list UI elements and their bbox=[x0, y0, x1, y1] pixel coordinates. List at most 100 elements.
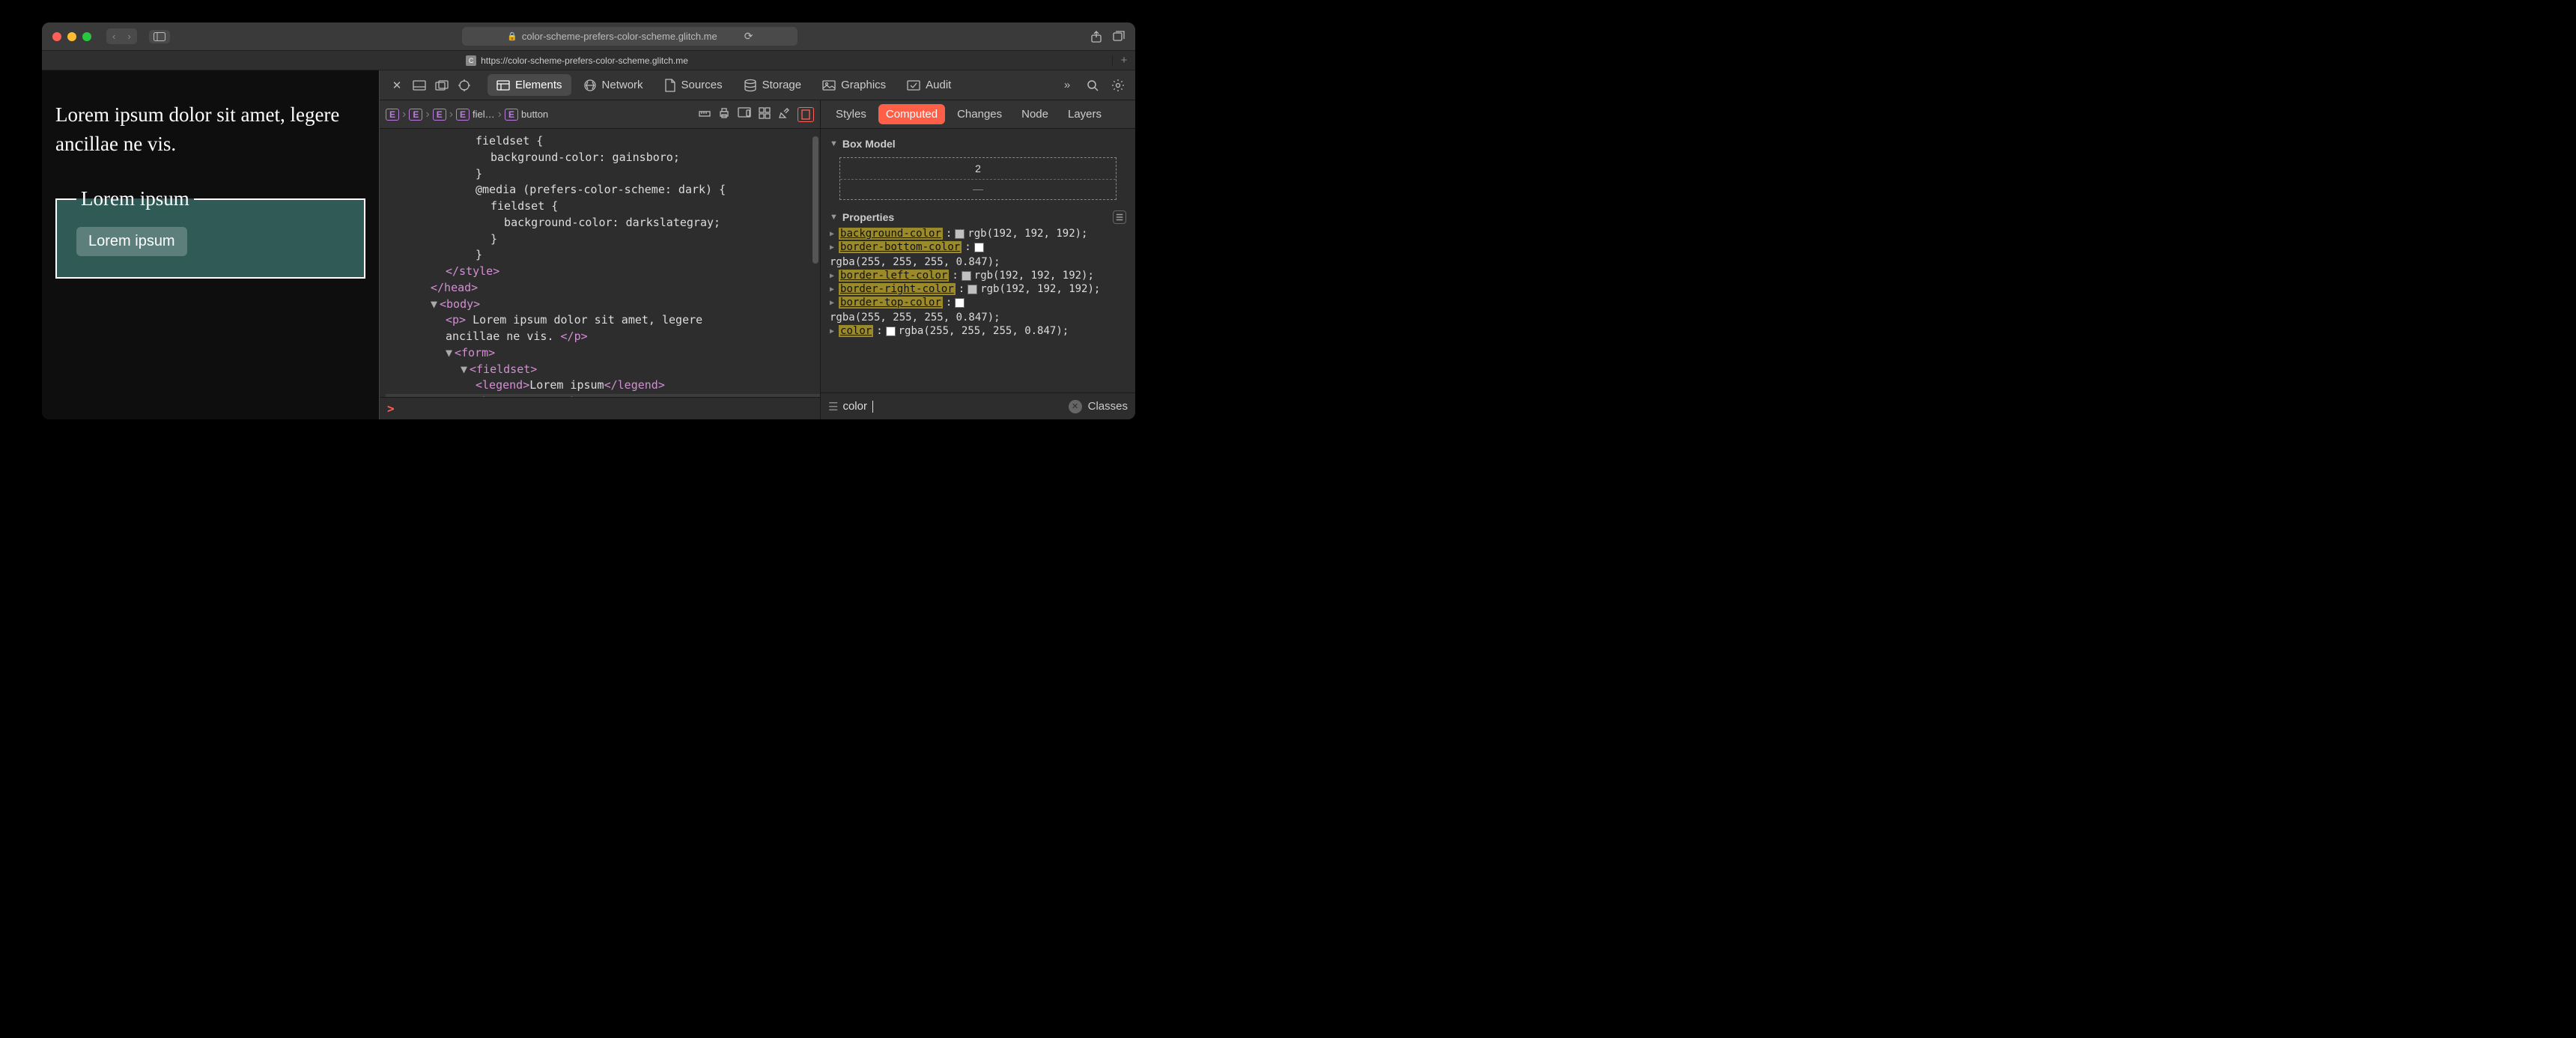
devtools: ✕ Elements Network Sources bbox=[379, 70, 1135, 419]
page-fieldset: Lorem ipsum Lorem ipsum bbox=[55, 187, 365, 279]
lock-icon: 🔒 bbox=[507, 31, 517, 41]
tab-bar: C https://color-scheme-prefers-color-sch… bbox=[42, 51, 1135, 70]
filter-toggle-icon[interactable]: ☰ bbox=[1113, 210, 1126, 224]
chevron-right-icon: › bbox=[449, 108, 453, 121]
share-icon[interactable] bbox=[1090, 31, 1102, 43]
devtools-toolbar: ✕ Elements Network Sources bbox=[380, 70, 1135, 100]
content-area: Lorem ipsum dolor sit amet, legere ancil… bbox=[42, 70, 1135, 419]
chevron-right-icon: › bbox=[498, 108, 502, 121]
dock-side-icon[interactable] bbox=[432, 76, 452, 95]
dock-bottom-icon[interactable] bbox=[410, 76, 429, 95]
box-model-heading[interactable]: ▼ Box Model bbox=[830, 135, 1126, 153]
device-icon[interactable] bbox=[738, 107, 751, 122]
tab-changes[interactable]: Changes bbox=[950, 104, 1009, 124]
tab-node[interactable]: Node bbox=[1014, 104, 1056, 124]
tab-graphics[interactable]: Graphics bbox=[813, 74, 895, 96]
search-icon[interactable] bbox=[1083, 76, 1102, 95]
tab-title: https://color-scheme-prefers-color-schem… bbox=[481, 55, 688, 66]
property-value: rgba(255, 255, 255, 0.847); bbox=[899, 325, 1069, 337]
property-row[interactable]: ▶background-color: rgb(192, 192, 192); bbox=[830, 227, 1126, 240]
close-devtools-icon[interactable]: ✕ bbox=[387, 76, 407, 95]
filter-input[interactable]: ☰ color ✕ bbox=[828, 400, 1082, 413]
color-swatch-icon bbox=[955, 229, 965, 239]
disclosure-triangle-icon: ▶ bbox=[830, 327, 834, 336]
disclosure-triangle-icon: ▼ bbox=[830, 139, 838, 148]
color-swatch-icon bbox=[974, 243, 984, 252]
disclosure-triangle-icon: ▶ bbox=[830, 230, 834, 238]
forward-button[interactable]: › bbox=[121, 28, 136, 44]
paint-icon[interactable] bbox=[778, 107, 790, 122]
console-prompt[interactable]: > bbox=[380, 397, 820, 419]
page-button[interactable]: Lorem ipsum bbox=[76, 227, 187, 256]
selected-dom-node[interactable]: <button type="button">Lorem bbox=[386, 394, 820, 397]
url-field[interactable]: 🔒 color-scheme-prefers-color-scheme.glit… bbox=[462, 27, 798, 46]
compositing-icon[interactable] bbox=[798, 107, 814, 122]
styles-panel: Styles Computed Changes Node Layers ▼ Bo… bbox=[821, 100, 1135, 419]
reload-icon[interactable]: ⟳ bbox=[744, 30, 753, 43]
disclosure-triangle-icon: ▼ bbox=[830, 213, 838, 222]
disclosure-triangle-icon: ▶ bbox=[830, 299, 834, 307]
tab-storage[interactable]: Storage bbox=[735, 74, 811, 97]
ruler-icon[interactable] bbox=[699, 107, 711, 122]
window-traffic-lights bbox=[52, 32, 91, 41]
tab-styles[interactable]: Styles bbox=[828, 104, 874, 124]
overflow-icon[interactable]: » bbox=[1057, 76, 1077, 95]
property-value: rgba(255, 255, 255, 0.847); bbox=[830, 312, 1000, 324]
property-row[interactable]: ▶border-right-color: rgb(192, 192, 192); bbox=[830, 282, 1126, 296]
breadcrumb-item[interactable]: E bbox=[409, 109, 422, 121]
breadcrumb-item[interactable]: E bbox=[386, 109, 399, 121]
clear-filter-icon[interactable]: ✕ bbox=[1069, 400, 1082, 413]
box-model-center: — bbox=[840, 179, 1116, 198]
grid-icon[interactable] bbox=[759, 107, 771, 122]
scrollbar-vertical[interactable] bbox=[812, 136, 818, 264]
styles-tabs: Styles Computed Changes Node Layers bbox=[821, 100, 1135, 129]
print-icon[interactable] bbox=[718, 107, 730, 122]
browser-tab[interactable]: C https://color-scheme-prefers-color-sch… bbox=[42, 55, 1113, 66]
styles-body: ▼ Box Model 2 — ▼ Properties ☰ ▶backgro bbox=[821, 129, 1135, 392]
new-tab-button[interactable]: + bbox=[1113, 54, 1135, 67]
favicon-icon: C bbox=[466, 55, 476, 66]
filter-value: color bbox=[842, 400, 867, 413]
property-row[interactable]: ▶border-bottom-color: rgba(255, 255, 255… bbox=[830, 240, 1126, 269]
properties-heading[interactable]: ▼ Properties ☰ bbox=[830, 207, 1126, 227]
tabs-overview-icon[interactable] bbox=[1113, 31, 1125, 43]
breadcrumb-item[interactable]: Ebutton bbox=[505, 109, 548, 121]
disclosure-triangle-icon: ▶ bbox=[830, 285, 834, 294]
page-form: Lorem ipsum Lorem ipsum bbox=[55, 187, 365, 279]
breadcrumb-item[interactable]: Efiel… bbox=[456, 109, 495, 121]
tab-audit[interactable]: Audit bbox=[898, 74, 960, 96]
sidebar-toggle-icon[interactable] bbox=[149, 30, 170, 43]
back-button[interactable]: ‹ bbox=[106, 28, 121, 44]
properties-list: ▶background-color: rgb(192, 192, 192);▶b… bbox=[830, 227, 1126, 338]
property-value: rgba(255, 255, 255, 0.847); bbox=[830, 256, 1000, 268]
property-name: color bbox=[839, 325, 873, 337]
breadcrumb-item[interactable]: E bbox=[433, 109, 446, 121]
settings-gear-icon[interactable] bbox=[1108, 76, 1128, 95]
property-name: border-bottom-color bbox=[839, 241, 962, 253]
property-row[interactable]: ▶border-left-color: rgb(192, 192, 192); bbox=[830, 269, 1126, 282]
tab-layers[interactable]: Layers bbox=[1060, 104, 1109, 124]
disclosure-triangle-icon: ▶ bbox=[830, 243, 834, 252]
tab-computed[interactable]: Computed bbox=[878, 104, 945, 124]
url-bar: 🔒 color-scheme-prefers-color-scheme.glit… bbox=[177, 27, 1083, 46]
zoom-window-button[interactable] bbox=[82, 32, 91, 41]
tab-sources[interactable]: Sources bbox=[655, 74, 732, 97]
page-paragraph: Lorem ipsum dolor sit amet, legere ancil… bbox=[55, 100, 365, 159]
classes-button[interactable]: Classes bbox=[1088, 400, 1128, 413]
url-text: color-scheme-prefers-color-scheme.glitch… bbox=[522, 31, 717, 42]
property-row[interactable]: ▶color: rgba(255, 255, 255, 0.847); bbox=[830, 324, 1126, 338]
property-row[interactable]: ▶border-top-color: rgba(255, 255, 255, 0… bbox=[830, 296, 1126, 324]
disclosure-triangle-icon: ▶ bbox=[830, 272, 834, 280]
tab-network[interactable]: Network bbox=[574, 74, 652, 97]
target-icon[interactable] bbox=[455, 76, 474, 95]
close-window-button[interactable] bbox=[52, 32, 61, 41]
minimize-window-button[interactable] bbox=[67, 32, 76, 41]
tab-elements[interactable]: Elements bbox=[487, 74, 571, 96]
property-name: background-color bbox=[839, 228, 943, 240]
box-model-diagram: 2 — bbox=[839, 157, 1117, 200]
dom-tree[interactable]: fieldset { background-color: gainsboro; … bbox=[380, 129, 820, 397]
property-name: border-left-color bbox=[839, 270, 949, 282]
element-breadcrumb: E › E › E › Efiel… › Ebutton bbox=[380, 100, 820, 129]
browser-window: ‹ › 🔒 color-scheme-prefers-color-scheme.… bbox=[42, 22, 1135, 419]
dom-panel: E › E › E › Efiel… › Ebutton bbox=[380, 100, 821, 419]
